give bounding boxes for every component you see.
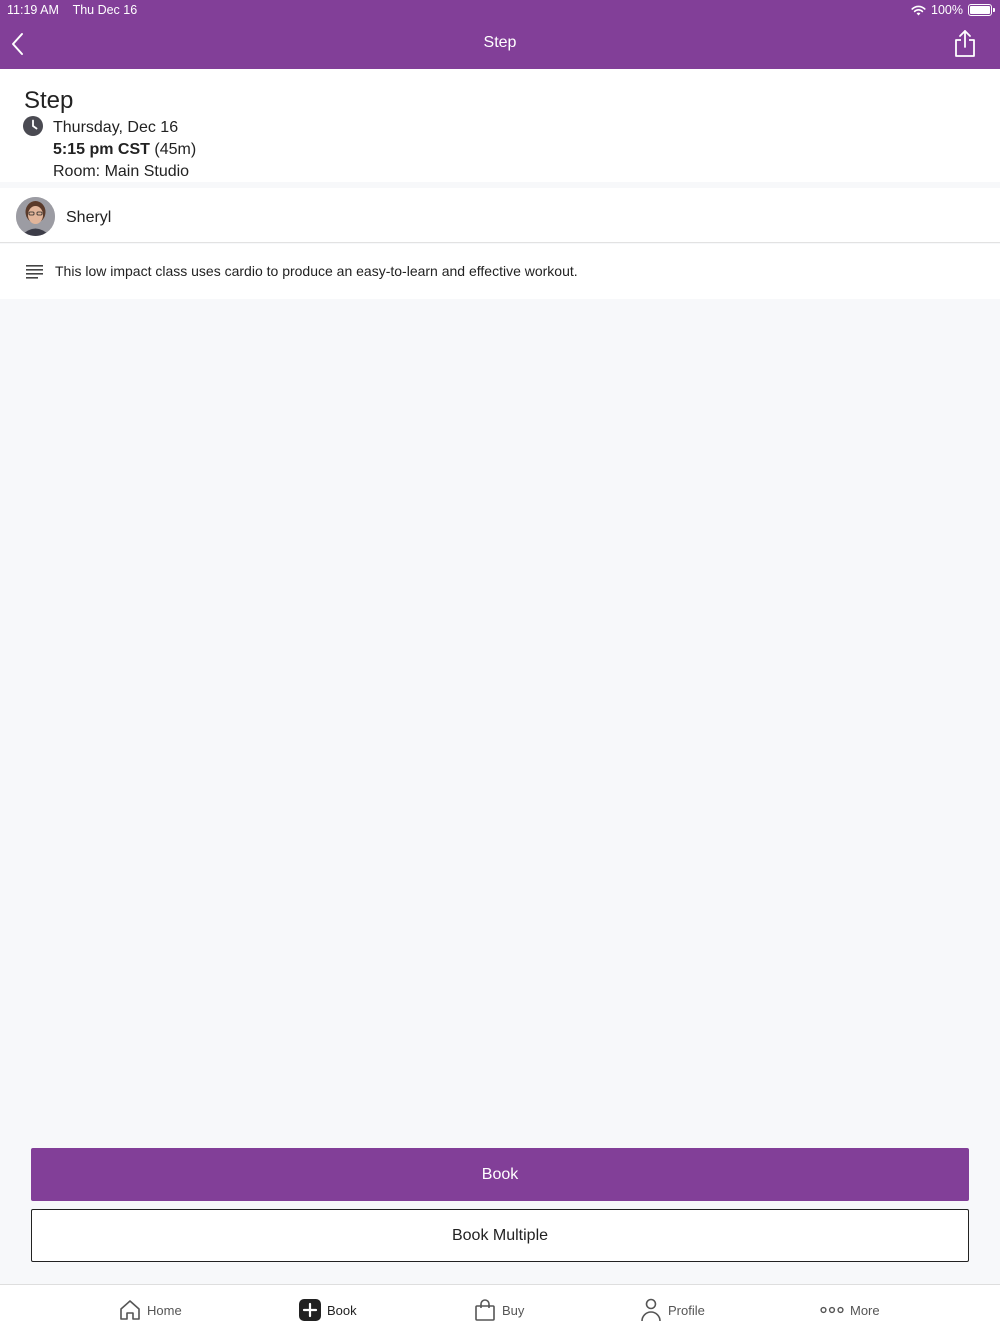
page-title: Step xyxy=(483,34,517,51)
top-bar: 11:19 AM Thu Dec 16 100% Step xyxy=(0,0,1000,69)
ellipsis-icon xyxy=(820,1306,844,1314)
wifi-icon xyxy=(911,5,926,15)
avatar xyxy=(16,197,55,236)
tab-home[interactable]: Home xyxy=(119,1285,182,1334)
battery-icon xyxy=(968,4,995,16)
tab-more-label: More xyxy=(850,1302,880,1318)
class-time-row: 5:15 pm CST (45m) xyxy=(53,141,196,159)
tab-buy[interactable]: Buy xyxy=(474,1285,524,1334)
plus-square-icon xyxy=(299,1299,321,1321)
instructor-row[interactable]: Sheryl xyxy=(0,188,1000,243)
status-bar-time: 11:19 AM Thu Dec 16 xyxy=(7,3,137,17)
instructor-photo xyxy=(16,197,55,236)
status-bar-right: 100% xyxy=(911,2,995,18)
status-date: Thu Dec 16 xyxy=(72,3,138,17)
clock-icon xyxy=(23,116,43,136)
battery-percent: 100% xyxy=(931,3,963,17)
tab-buy-label: Buy xyxy=(502,1302,525,1318)
class-time: 5:15 pm CST xyxy=(53,141,150,158)
class-duration: (45m) xyxy=(154,141,197,158)
tab-bar: Home Book Buy Profile More xyxy=(0,1284,1000,1334)
class-description: This low impact class uses cardio to pro… xyxy=(55,263,578,279)
tab-home-label: Home xyxy=(147,1302,182,1318)
instructor-name: Sheryl xyxy=(66,209,112,226)
class-name: Step xyxy=(24,87,74,114)
text-lines-icon xyxy=(26,265,43,279)
status-time: 11:19 AM xyxy=(7,3,59,17)
person-icon xyxy=(641,1298,661,1322)
description-row: This low impact class uses cardio to pro… xyxy=(0,244,1000,299)
class-date: Thursday, Dec 16 xyxy=(53,119,179,136)
class-room: Room: Main Studio xyxy=(53,163,190,180)
book-multiple-button[interactable]: Book Multiple xyxy=(31,1209,969,1262)
tab-profile[interactable]: Profile xyxy=(640,1285,705,1334)
tab-more[interactable]: More xyxy=(820,1285,880,1334)
tab-book[interactable]: Book xyxy=(299,1285,357,1334)
home-icon xyxy=(120,1300,140,1320)
share-icon xyxy=(955,30,975,57)
book-button[interactable]: Book xyxy=(31,1148,969,1201)
class-header: Step Thursday, Dec 16 5:15 pm CST (45m) … xyxy=(0,69,1000,182)
tab-book-label: Book xyxy=(327,1302,357,1318)
shopping-bag-icon xyxy=(475,1299,495,1321)
share-button[interactable] xyxy=(953,29,977,59)
tab-profile-label: Profile xyxy=(668,1302,705,1318)
